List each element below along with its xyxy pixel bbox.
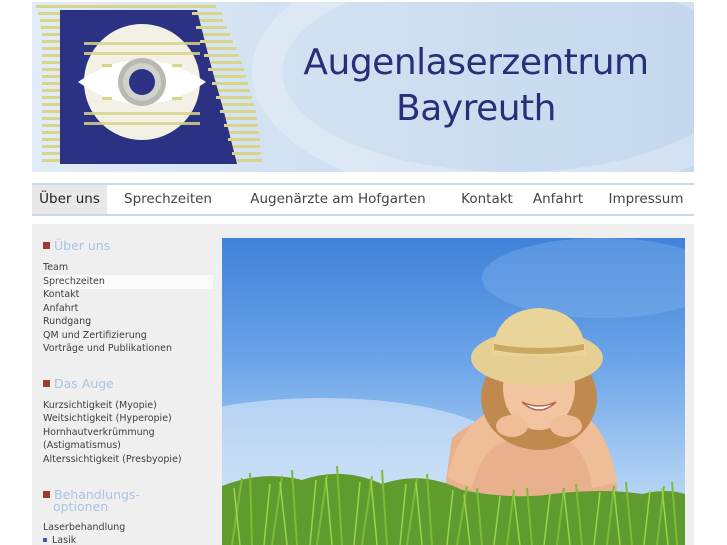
sidebar-section-title-das-auge[interactable]: Das Auge [43,377,114,390]
nav-item-ueber-uns[interactable]: Über uns [32,185,107,214]
sidebar-section-title-line2[interactable]: optionen [53,500,108,513]
nav-item-augenaerzte[interactable]: Augenärzte am Hofgarten [232,185,444,214]
section-square-icon [43,242,50,249]
sidebar-section-title-ueber-uns[interactable]: Über uns [43,239,110,252]
sidebar-link-team[interactable]: Team [43,261,68,275]
sidebar-link-anfahrt[interactable]: Anfahrt [43,302,78,316]
nav-item-anfahrt[interactable]: Anfahrt [526,185,590,214]
sidebar-link-presbyopie[interactable]: Alterssichtigkeit (Presbyopie) [43,453,182,467]
sidebar-link-lasik[interactable]: Lasik [43,534,76,545]
woman-in-grass-illustration [222,238,685,545]
sidebar-link-laserbehandlung[interactable]: Laserbehandlung [43,521,125,535]
sidebar-link-vortraege[interactable]: Vorträge und Publikationen [43,342,172,356]
eye-logo-icon[interactable] [32,2,262,172]
sidebar-link-rundgang[interactable]: Rundgang [43,315,91,329]
sidebar-link-sprechzeiten[interactable]: Sprechzeiten [43,275,213,289]
bullet-icon [43,538,47,542]
hero-photo [222,238,685,545]
sidebar-link-qm[interactable]: QM und Zertifizierung [43,329,147,343]
section-square-icon [43,380,50,387]
main-content: Über uns Team Sprechzeiten Kontakt Anfah… [32,224,694,545]
section-square-icon [43,491,50,498]
site-header: Augenlaserzentrum Bayreuth [32,2,694,172]
sidebar-link-myopie[interactable]: Kurzsichtigkeit (Myopie) [43,399,157,413]
sidebar-link-hyperopie[interactable]: Weitsichtigkeit (Hyperopie) [43,412,172,426]
sidebar-link-kontakt[interactable]: Kontakt [43,288,79,302]
sidebar-link-hornhaut[interactable]: Hornhautverkrümmung [43,426,155,440]
nav-item-sprechzeiten[interactable]: Sprechzeiten [112,185,224,214]
sidebar-link-astigmatismus[interactable]: (Astigmatismus) [43,439,121,453]
title-line-1: Augenlaserzentrum [303,42,649,83]
nav-item-kontakt[interactable]: Kontakt [452,185,522,214]
main-nav: Über uns Sprechzeiten Augenärzte am Hofg… [32,183,694,216]
nav-item-impressum[interactable]: Impressum [602,185,690,214]
title-line-2: Bayreuth [396,88,556,129]
site-title: Augenlaserzentrum Bayreuth [266,40,686,132]
